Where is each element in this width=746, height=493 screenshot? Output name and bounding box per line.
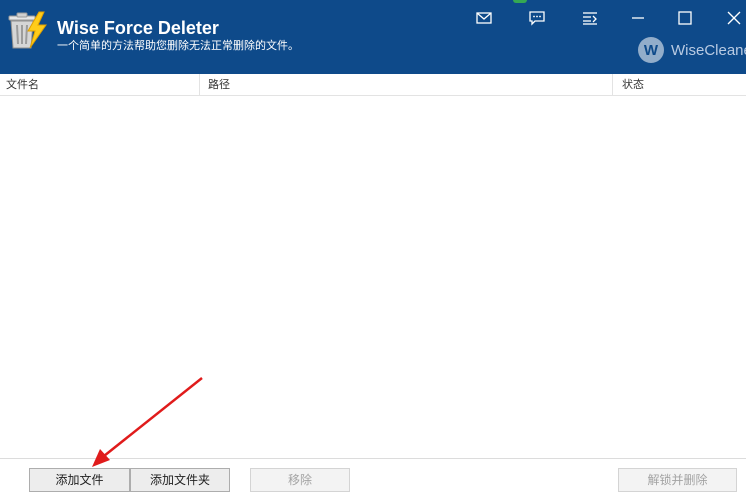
column-header-path[interactable]: 路径 <box>200 74 613 95</box>
remove-button[interactable]: 移除 <box>250 468 350 492</box>
file-list[interactable] <box>0 96 746 458</box>
wisecleaner-logo-icon: W <box>638 37 664 63</box>
mail-button[interactable] <box>472 6 496 30</box>
maximize-icon <box>678 11 692 25</box>
feedback-icon <box>529 10 545 26</box>
minimize-icon <box>631 11 645 25</box>
trash-bolt-icon <box>6 10 50 52</box>
menu-icon <box>582 11 598 25</box>
app-subtitle: 一个简单的方法帮助您删除无法正常删除的文件。 <box>57 39 299 52</box>
notification-dot <box>513 0 527 3</box>
add-folder-button[interactable]: 添加文件夹 <box>130 468 230 492</box>
menu-button[interactable] <box>578 6 602 30</box>
feedback-button[interactable] <box>525 6 549 30</box>
title-bar: Wise Force Deleter 一个简单的方法帮助您删除无法正常删除的文件… <box>0 0 746 74</box>
close-icon <box>727 11 741 25</box>
add-file-button[interactable]: 添加文件 <box>29 468 130 492</box>
brand-link[interactable]: W WiseCleane <box>638 37 746 63</box>
column-header-status[interactable]: 状态 <box>613 74 746 95</box>
file-list-header: 文件名 路径 状态 <box>0 74 746 96</box>
brand-initial: W <box>643 41 659 59</box>
minimize-button[interactable] <box>626 6 650 30</box>
unlock-delete-button[interactable]: 解锁并删除 <box>618 468 737 492</box>
mail-icon <box>476 12 492 24</box>
close-button[interactable] <box>722 6 746 30</box>
maximize-button[interactable] <box>673 6 697 30</box>
column-header-filename[interactable]: 文件名 <box>0 74 200 95</box>
brand-name: WiseCleane <box>671 41 746 59</box>
app-title: Wise Force Deleter <box>57 18 219 38</box>
